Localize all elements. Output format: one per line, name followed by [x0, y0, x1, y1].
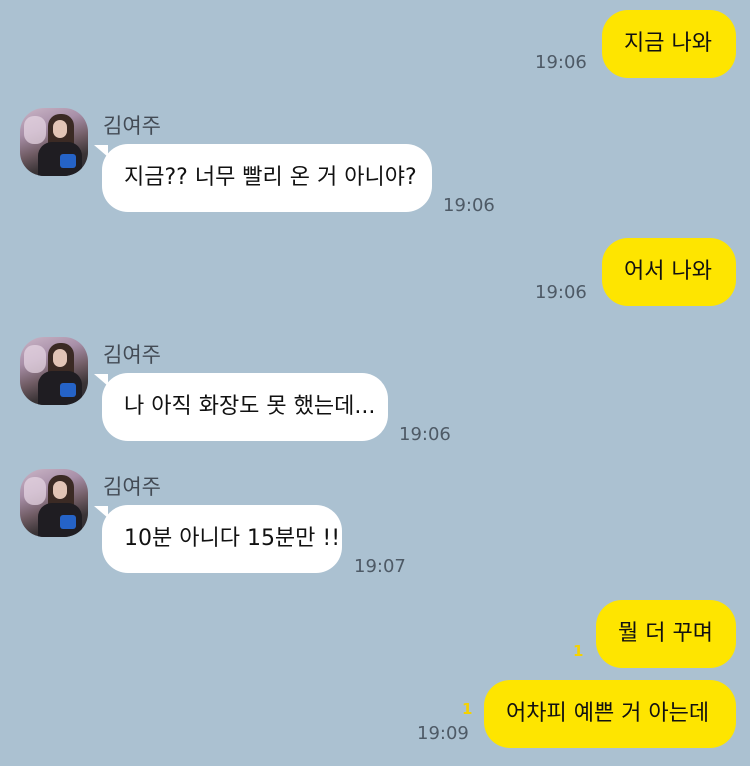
received-message-bubble[interactable]: 나 아직 화장도 못 했는데...: [102, 373, 388, 441]
message-text: 어차피 예쁜 거 아는데: [506, 701, 710, 726]
sent-message-bubble[interactable]: 어차피 예쁜 거 아는데: [484, 680, 736, 748]
message-text: 10분 아니다 15분만 !!: [124, 526, 341, 551]
message-text: 어서 나와: [624, 259, 712, 284]
message-time: 19:06: [535, 282, 587, 303]
sent-message-bubble[interactable]: 지금 나와: [602, 10, 736, 78]
avatar-background: [24, 477, 46, 505]
contact-name: 김여주: [103, 343, 161, 367]
received-message-bubble[interactable]: 지금?? 너무 빨리 온 거 아니야?: [102, 144, 432, 212]
message-time: 19:06: [399, 424, 451, 445]
sent-message-bubble[interactable]: 뭘 더 꾸며: [596, 600, 736, 668]
message-time: 19:06: [535, 52, 587, 73]
message-time: 19:09: [417, 723, 469, 744]
avatar-bag: [60, 515, 76, 529]
unread-count: 1: [573, 642, 584, 660]
message-text: 지금?? 너무 빨리 온 거 아니야?: [124, 165, 417, 190]
avatar-background: [24, 345, 46, 373]
contact-avatar[interactable]: [20, 469, 88, 537]
message-time: 19:06: [443, 195, 495, 216]
sent-message-bubble[interactable]: 어서 나와: [602, 238, 736, 306]
contact-avatar[interactable]: [20, 108, 88, 176]
contact-avatar[interactable]: [20, 337, 88, 405]
avatar-face: [53, 481, 67, 499]
contact-name: 김여주: [103, 114, 161, 138]
message-text: 지금 나와: [624, 31, 712, 56]
contact-name: 김여주: [103, 475, 161, 499]
avatar-face: [53, 349, 67, 367]
avatar-background: [24, 116, 46, 144]
avatar-face: [53, 120, 67, 138]
unread-count: 1: [462, 700, 473, 718]
message-time: 19:07: [354, 556, 406, 577]
avatar-bag: [60, 154, 76, 168]
received-message-bubble[interactable]: 10분 아니다 15분만 !!: [102, 505, 342, 573]
message-text: 나 아직 화장도 못 했는데...: [124, 394, 376, 419]
message-text: 뭘 더 꾸며: [618, 621, 713, 646]
avatar-bag: [60, 383, 76, 397]
